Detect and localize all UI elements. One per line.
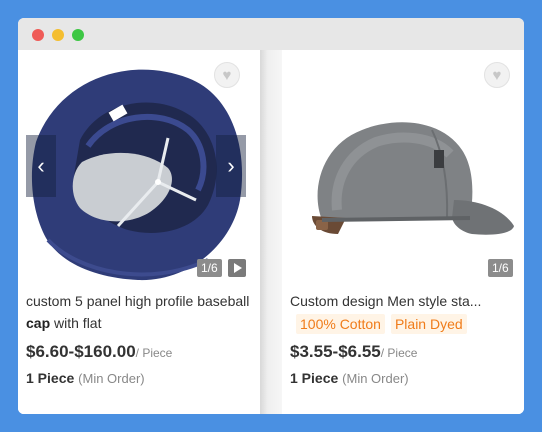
- price-range: $3.55-$6.55/ Piece: [290, 342, 417, 362]
- product-image[interactable]: ♥ ‹ › 1/6: [18, 50, 260, 284]
- play-icon[interactable]: [228, 259, 246, 277]
- min-order: 1 Piece (Min Order): [290, 370, 409, 386]
- product-title[interactable]: custom 5 panel high profile baseball cap…: [26, 290, 254, 334]
- heart-icon[interactable]: ♥: [214, 62, 240, 88]
- min-order-label: (Min Order): [78, 371, 145, 386]
- tag-badge: Plain Dyed: [390, 314, 467, 334]
- price-value: $3.55-$6.55: [290, 342, 381, 361]
- image-counter: 1/6: [488, 259, 513, 277]
- product-card[interactable]: ♥ 1/6 Custom design Men style sta... 100…: [282, 50, 524, 414]
- min-order: 1 Piece (Min Order): [26, 370, 145, 386]
- min-order-label: (Min Order): [342, 371, 409, 386]
- product-title-suffix: with flat: [50, 315, 102, 331]
- chevron-right-icon[interactable]: ›: [216, 135, 246, 197]
- price-value: $6.60-$160.00: [26, 342, 136, 361]
- product-title[interactable]: Custom design Men style sta...: [290, 290, 518, 312]
- price-unit: / Piece: [135, 346, 173, 360]
- title-bar: [18, 18, 524, 50]
- chevron-left-icon[interactable]: ‹: [26, 135, 56, 197]
- maximize-window-button[interactable]: [72, 29, 84, 41]
- image-counter: 1/6: [197, 259, 222, 277]
- card-divider: [260, 50, 282, 414]
- min-order-value: 1 Piece: [26, 370, 75, 386]
- product-tags: 100% Cotton Plain Dyed: [296, 314, 467, 334]
- product-image[interactable]: ♥ 1/6: [282, 50, 524, 284]
- minimize-window-button[interactable]: [52, 29, 64, 41]
- tag-badge: 100% Cotton: [296, 314, 385, 334]
- heart-icon[interactable]: ♥: [484, 62, 510, 88]
- min-order-value: 1 Piece: [290, 370, 339, 386]
- close-window-button[interactable]: [32, 29, 44, 41]
- gray-cap-image: [312, 122, 514, 235]
- browser-window: ♥ ‹ › 1/6 custom 5 panel high profile ba…: [18, 18, 524, 414]
- product-list: ♥ ‹ › 1/6 custom 5 panel high profile ba…: [18, 50, 524, 414]
- product-title-text: custom 5 panel high profile baseball: [26, 293, 250, 309]
- price-range: $6.60-$160.00/ Piece: [26, 342, 172, 362]
- product-title-keyword: cap: [26, 315, 51, 331]
- product-card[interactable]: ♥ ‹ › 1/6 custom 5 panel high profile ba…: [18, 50, 260, 414]
- price-unit: / Piece: [380, 346, 418, 360]
